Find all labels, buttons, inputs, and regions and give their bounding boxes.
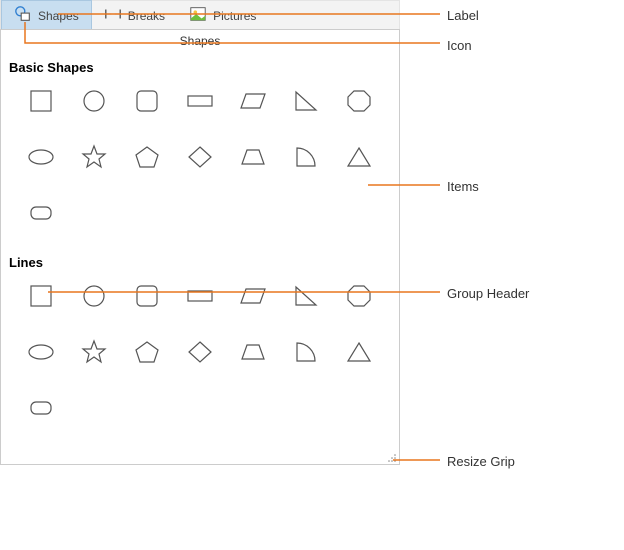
ribbon-item-breaks[interactable]: Breaks: [92, 1, 177, 30]
ribbon-item-shapes[interactable]: Shapes: [1, 0, 92, 31]
group-header-basic-shapes: Basic Shapes: [1, 56, 399, 85]
shape-rounded-square[interactable]: [121, 280, 174, 312]
shape-right-triangle[interactable]: [279, 280, 332, 312]
shape-rounded-square[interactable]: [121, 85, 174, 117]
shape-tab-rect[interactable]: [15, 392, 68, 424]
callout-items: Items: [447, 179, 479, 194]
ribbon: Shapes Breaks Pictures: [0, 0, 400, 30]
shape-tab-rect[interactable]: [15, 197, 68, 229]
shape-star[interactable]: [68, 336, 121, 368]
breaks-icon: [104, 5, 122, 26]
shape-rectangle[interactable]: [174, 280, 227, 312]
shape-quarter-pie[interactable]: [279, 336, 332, 368]
panel-title: Shapes: [1, 30, 399, 56]
shape-circle[interactable]: [68, 280, 121, 312]
shape-rectangle[interactable]: [174, 85, 227, 117]
shape-quarter-pie[interactable]: [279, 141, 332, 173]
lines-grid: [1, 280, 399, 446]
shape-square[interactable]: [15, 280, 68, 312]
resize-grip[interactable]: [387, 452, 397, 462]
shape-parallelogram[interactable]: [226, 280, 279, 312]
callout-label: Label: [447, 8, 479, 23]
shape-circle[interactable]: [68, 85, 121, 117]
shape-octagon[interactable]: [332, 280, 385, 312]
shape-octagon[interactable]: [332, 85, 385, 117]
shape-ellipse[interactable]: [15, 336, 68, 368]
shape-triangle[interactable]: [332, 336, 385, 368]
basic-shapes-grid: [1, 85, 399, 251]
shape-trapezoid[interactable]: [226, 336, 279, 368]
callout-resize-grip: Resize Grip: [447, 454, 515, 469]
group-header-lines: Lines: [1, 251, 399, 280]
ribbon-item-label: Shapes: [38, 9, 79, 23]
shapes-icon: [14, 5, 32, 26]
shapes-panel: Shapes Basic Shapes Lines: [0, 29, 400, 465]
shape-parallelogram[interactable]: [226, 85, 279, 117]
shape-ellipse[interactable]: [15, 141, 68, 173]
callout-group-header: Group Header: [447, 286, 529, 301]
shape-triangle[interactable]: [332, 141, 385, 173]
shape-right-triangle[interactable]: [279, 85, 332, 117]
shape-square[interactable]: [15, 85, 68, 117]
shape-trapezoid[interactable]: [226, 141, 279, 173]
shape-diamond[interactable]: [174, 141, 227, 173]
ribbon-item-label: Breaks: [128, 9, 165, 23]
pictures-icon: [189, 5, 207, 26]
callout-icon: Icon: [447, 38, 472, 53]
shape-star[interactable]: [68, 141, 121, 173]
shape-pentagon[interactable]: [121, 336, 174, 368]
ribbon-item-label: Pictures: [213, 9, 256, 23]
shape-diamond[interactable]: [174, 336, 227, 368]
shape-pentagon[interactable]: [121, 141, 174, 173]
ribbon-item-pictures[interactable]: Pictures: [177, 1, 268, 30]
